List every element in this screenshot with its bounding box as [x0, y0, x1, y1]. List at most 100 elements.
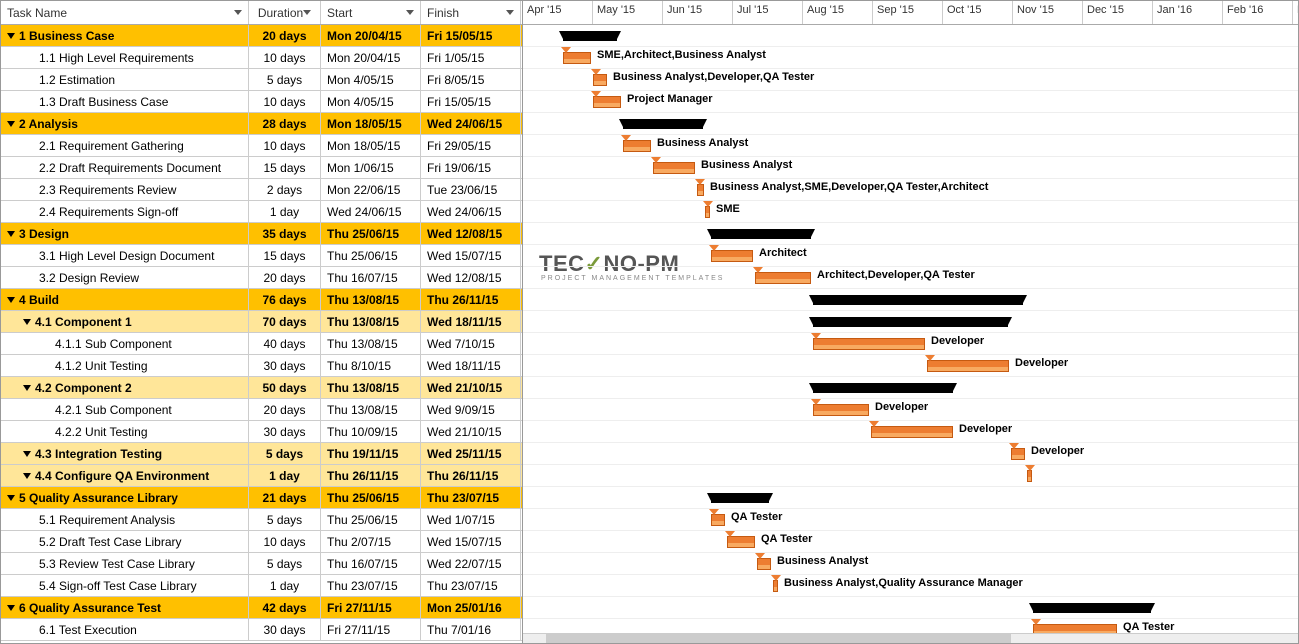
summary-bar[interactable]: [813, 295, 1023, 305]
cell-start[interactable]: Thu 25/06/15: [321, 487, 421, 508]
cell-finish[interactable]: Fri 15/05/15: [421, 91, 521, 112]
cell-start[interactable]: Thu 13/08/15: [321, 311, 421, 332]
cell-duration[interactable]: 40 days: [249, 333, 321, 354]
chevron-down-icon[interactable]: [506, 10, 514, 15]
cell-start[interactable]: Thu 25/06/15: [321, 245, 421, 266]
cell-finish[interactable]: Wed 25/11/15: [421, 443, 521, 464]
task-bar[interactable]: [871, 426, 953, 438]
task-row[interactable]: 1.2 Estimation5 daysMon 4/05/15Fri 8/05/…: [1, 69, 522, 91]
cell-finish[interactable]: Fri 29/05/15: [421, 135, 521, 156]
cell-duration[interactable]: 28 days: [249, 113, 321, 134]
cell-finish[interactable]: Wed 15/07/15: [421, 531, 521, 552]
cell-task-name[interactable]: 5 Quality Assurance Library: [1, 487, 249, 508]
cell-task-name[interactable]: 1.3 Draft Business Case: [1, 91, 249, 112]
cell-duration[interactable]: 35 days: [249, 223, 321, 244]
cell-start[interactable]: Thu 13/08/15: [321, 399, 421, 420]
cell-finish[interactable]: Thu 7/01/16: [421, 619, 521, 640]
cell-finish[interactable]: Fri 8/05/15: [421, 69, 521, 90]
cell-duration[interactable]: 70 days: [249, 311, 321, 332]
cell-duration[interactable]: 10 days: [249, 47, 321, 68]
cell-task-name[interactable]: 2.2 Draft Requirements Document: [1, 157, 249, 178]
cell-finish[interactable]: Wed 22/07/15: [421, 553, 521, 574]
task-row[interactable]: 2.3 Requirements Review2 daysMon 22/06/1…: [1, 179, 522, 201]
cell-task-name[interactable]: 4.1.1 Sub Component: [1, 333, 249, 354]
task-row[interactable]: 2 Analysis28 daysMon 18/05/15Wed 24/06/1…: [1, 113, 522, 135]
task-bar[interactable]: [727, 536, 755, 548]
cell-duration[interactable]: 2 days: [249, 179, 321, 200]
task-row[interactable]: 2.2 Draft Requirements Document15 daysMo…: [1, 157, 522, 179]
expand-collapse-icon[interactable]: [23, 451, 31, 457]
cell-task-name[interactable]: 6 Quality Assurance Test: [1, 597, 249, 618]
expand-collapse-icon[interactable]: [7, 495, 15, 501]
cell-task-name[interactable]: 2 Analysis: [1, 113, 249, 134]
cell-task-name[interactable]: 5.3 Review Test Case Library: [1, 553, 249, 574]
cell-task-name[interactable]: 4.1 Component 1: [1, 311, 249, 332]
task-bar[interactable]: [1027, 470, 1032, 482]
cell-finish[interactable]: Wed 24/06/15: [421, 113, 521, 134]
cell-task-name[interactable]: 1.2 Estimation: [1, 69, 249, 90]
cell-task-name[interactable]: 4.3 Integration Testing: [1, 443, 249, 464]
summary-bar[interactable]: [813, 317, 1008, 327]
cell-start[interactable]: Thu 13/08/15: [321, 289, 421, 310]
cell-duration[interactable]: 20 days: [249, 267, 321, 288]
cell-task-name[interactable]: 4.4 Configure QA Environment: [1, 465, 249, 486]
task-row[interactable]: 4.2.1 Sub Component20 daysThu 13/08/15We…: [1, 399, 522, 421]
expand-collapse-icon[interactable]: [23, 473, 31, 479]
cell-task-name[interactable]: 4.2.2 Unit Testing: [1, 421, 249, 442]
cell-start[interactable]: Mon 22/06/15: [321, 179, 421, 200]
task-bar[interactable]: [593, 74, 607, 86]
cell-start[interactable]: Thu 16/07/15: [321, 267, 421, 288]
expand-collapse-icon[interactable]: [7, 605, 15, 611]
summary-bar[interactable]: [623, 119, 703, 129]
cell-finish[interactable]: Wed 21/10/15: [421, 421, 521, 442]
cell-duration[interactable]: 20 days: [249, 25, 321, 46]
task-row[interactable]: 5 Quality Assurance Library21 daysThu 25…: [1, 487, 522, 509]
cell-start[interactable]: Thu 23/07/15: [321, 575, 421, 596]
task-row[interactable]: 3.1 High Level Design Document15 daysThu…: [1, 245, 522, 267]
summary-bar[interactable]: [711, 493, 769, 503]
cell-duration[interactable]: 76 days: [249, 289, 321, 310]
expand-collapse-icon[interactable]: [7, 121, 15, 127]
cell-duration[interactable]: 50 days: [249, 377, 321, 398]
task-row[interactable]: 4.4 Configure QA Environment1 dayThu 26/…: [1, 465, 522, 487]
cell-finish[interactable]: Wed 18/11/15: [421, 311, 521, 332]
cell-start[interactable]: Mon 1/06/15: [321, 157, 421, 178]
cell-finish[interactable]: Fri 1/05/15: [421, 47, 521, 68]
task-row[interactable]: 6.1 Test Execution30 daysFri 27/11/15Thu…: [1, 619, 522, 641]
chevron-down-icon[interactable]: [234, 10, 242, 15]
cell-duration[interactable]: 1 day: [249, 465, 321, 486]
cell-start[interactable]: Thu 26/11/15: [321, 465, 421, 486]
summary-bar[interactable]: [563, 31, 617, 41]
cell-start[interactable]: Thu 13/08/15: [321, 377, 421, 398]
cell-start[interactable]: Thu 10/09/15: [321, 421, 421, 442]
task-row[interactable]: 4.1 Component 170 daysThu 13/08/15Wed 18…: [1, 311, 522, 333]
task-row[interactable]: 4.1.2 Unit Testing30 daysThu 8/10/15Wed …: [1, 355, 522, 377]
task-row[interactable]: 4.1.1 Sub Component40 daysThu 13/08/15We…: [1, 333, 522, 355]
task-bar[interactable]: [755, 272, 811, 284]
cell-finish[interactable]: Fri 19/06/15: [421, 157, 521, 178]
cell-duration[interactable]: 20 days: [249, 399, 321, 420]
task-row[interactable]: 1 Business Case20 daysMon 20/04/15Fri 15…: [1, 25, 522, 47]
cell-task-name[interactable]: 4.2.1 Sub Component: [1, 399, 249, 420]
cell-finish[interactable]: Thu 26/11/15: [421, 465, 521, 486]
cell-task-name[interactable]: 3.2 Design Review: [1, 267, 249, 288]
cell-task-name[interactable]: 4.2 Component 2: [1, 377, 249, 398]
cell-finish[interactable]: Wed 7/10/15: [421, 333, 521, 354]
cell-task-name[interactable]: 2.1 Requirement Gathering: [1, 135, 249, 156]
task-bar[interactable]: [705, 206, 710, 218]
task-row[interactable]: 5.2 Draft Test Case Library10 daysThu 2/…: [1, 531, 522, 553]
cell-duration[interactable]: 21 days: [249, 487, 321, 508]
horizontal-scrollbar[interactable]: [523, 633, 1298, 643]
cell-finish[interactable]: Wed 12/08/15: [421, 223, 521, 244]
cell-finish[interactable]: Wed 24/06/15: [421, 201, 521, 222]
task-row[interactable]: 5.1 Requirement Analysis5 daysThu 25/06/…: [1, 509, 522, 531]
task-row[interactable]: 4.2.2 Unit Testing30 daysThu 10/09/15Wed…: [1, 421, 522, 443]
cell-start[interactable]: Thu 8/10/15: [321, 355, 421, 376]
col-header-start[interactable]: Start: [321, 1, 421, 24]
cell-start[interactable]: Thu 13/08/15: [321, 333, 421, 354]
cell-duration[interactable]: 30 days: [249, 421, 321, 442]
cell-start[interactable]: Thu 16/07/15: [321, 553, 421, 574]
task-row[interactable]: 2.4 Requirements Sign-off1 dayWed 24/06/…: [1, 201, 522, 223]
cell-task-name[interactable]: 5.1 Requirement Analysis: [1, 509, 249, 530]
task-row[interactable]: 5.4 Sign-off Test Case Library1 dayThu 2…: [1, 575, 522, 597]
